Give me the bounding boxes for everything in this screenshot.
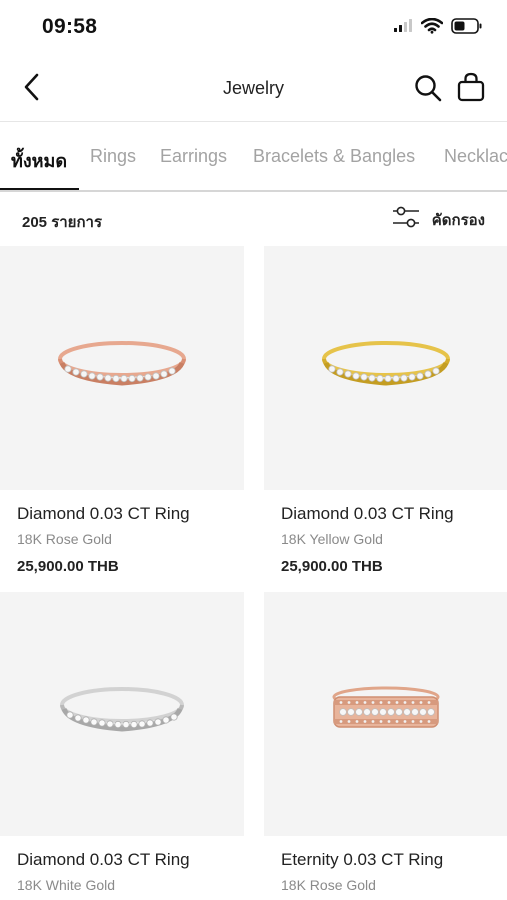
shopping-bag-icon bbox=[457, 72, 485, 107]
search-button[interactable] bbox=[410, 72, 446, 108]
product-name: Eternity 0.03 CT Ring bbox=[281, 850, 444, 869]
tab-necklaces[interactable]: Necklac bbox=[444, 146, 507, 167]
product-name: Diamond 0.03 CT Ring bbox=[17, 850, 190, 869]
search-icon bbox=[414, 74, 442, 107]
product-card[interactable]: Diamond 0.03 CT Ring 18K White Gold bbox=[0, 592, 244, 893]
product-card[interactable]: Eternity 0.03 CT Ring 18K Rose Gold bbox=[264, 592, 507, 893]
tab-bracelets-bangles[interactable]: Bracelets & Bangles bbox=[253, 146, 415, 167]
signal-icon bbox=[393, 19, 413, 38]
result-bar: 205 รายการ คัดกรอง bbox=[0, 192, 507, 246]
tab-rings[interactable]: Rings bbox=[90, 146, 136, 167]
white-gold-ring-image bbox=[0, 592, 244, 836]
product-name: Diamond 0.03 CT Ring bbox=[17, 504, 190, 523]
nav-bar: Jewelry bbox=[0, 56, 507, 122]
sliders-icon bbox=[392, 205, 420, 234]
wifi-icon bbox=[420, 17, 444, 39]
product-price: 25,900.00 THB bbox=[281, 558, 383, 575]
yellow-gold-ring-image bbox=[264, 246, 507, 490]
result-count: 205 รายการ bbox=[22, 214, 103, 231]
category-tabs: ทั้งหมด Rings Earrings Bracelets & Bangl… bbox=[0, 122, 507, 192]
product-name: Diamond 0.03 CT Ring bbox=[281, 504, 454, 523]
rose-gold-ring-image bbox=[0, 246, 244, 490]
tab-earrings[interactable]: Earrings bbox=[160, 146, 227, 167]
product-grid: Diamond 0.03 CT Ring 18K Rose Gold 25,90… bbox=[0, 246, 507, 900]
product-material: 18K Rose Gold bbox=[17, 531, 112, 547]
filter-label: คัดกรอง bbox=[431, 211, 485, 229]
filter-button[interactable]: คัดกรอง bbox=[392, 205, 485, 234]
product-card[interactable]: Diamond 0.03 CT Ring 18K Yellow Gold 25,… bbox=[264, 246, 507, 575]
battery-icon bbox=[451, 18, 483, 39]
rose-gold-eternity-ring-image bbox=[264, 592, 507, 836]
product-material: 18K Yellow Gold bbox=[281, 531, 383, 547]
tab-all[interactable]: ทั้งหมด bbox=[11, 146, 67, 175]
product-material: 18K Rose Gold bbox=[281, 877, 376, 893]
product-card[interactable]: Diamond 0.03 CT Ring 18K Rose Gold 25,90… bbox=[0, 246, 244, 575]
status-icons bbox=[393, 17, 483, 39]
product-price: 25,900.00 THB bbox=[17, 558, 119, 575]
status-bar: 09:58 bbox=[0, 0, 507, 56]
cart-button[interactable] bbox=[452, 70, 490, 108]
product-material: 18K White Gold bbox=[17, 877, 116, 893]
status-time: 09:58 bbox=[42, 15, 98, 38]
